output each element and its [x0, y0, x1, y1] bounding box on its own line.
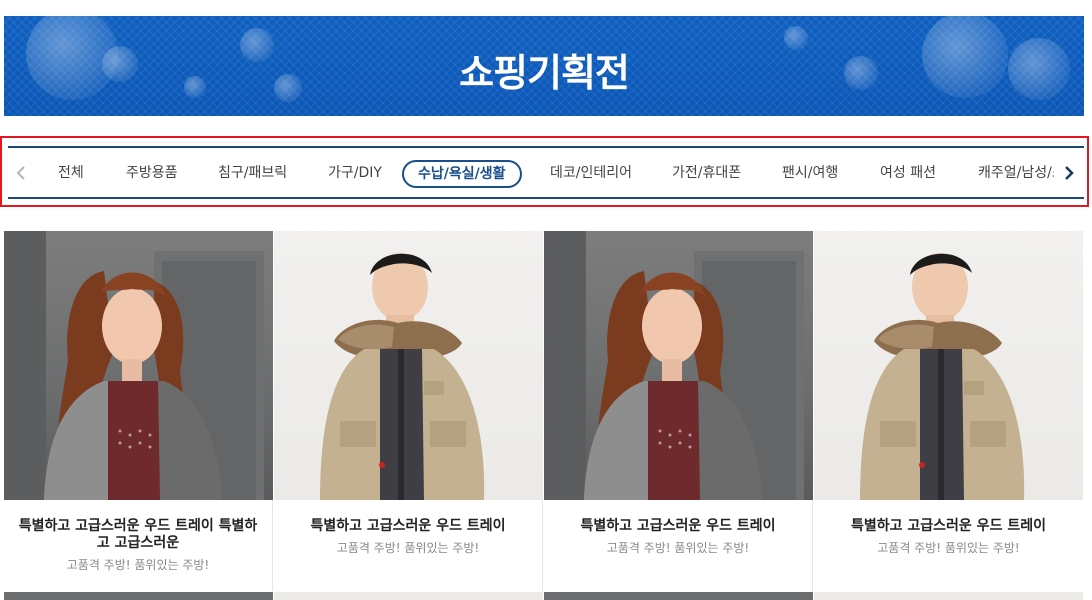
category-tab-all[interactable]: 전체 — [58, 160, 84, 186]
man-model-image — [860, 253, 1025, 500]
product-grid: 특별하고 고급스러운 우드 트레이 특별하고 고급스러운 고품격 주방! 품위있… — [4, 231, 1084, 600]
product-card-next-row — [274, 592, 543, 600]
chevron-right-icon — [1065, 166, 1074, 180]
product-subtitle: 고품격 주방! 품위있는 주방! — [336, 541, 480, 555]
product-card-next-row — [4, 592, 273, 600]
category-tab-appliances[interactable]: 가전/휴대폰 — [672, 160, 741, 186]
product-title[interactable]: 특별하고 고급스러운 우드 트레이 — [554, 518, 802, 535]
chevron-left-icon — [16, 166, 25, 180]
page: 쇼핑기획전 전체 주방용품 침구/패브릭 가구/DIY 수납/욕실/생활 데코/… — [0, 0, 1092, 600]
nav-next-button[interactable] — [1060, 160, 1078, 186]
nav-prev-button[interactable] — [12, 160, 30, 186]
product-photo[interactable] — [274, 231, 543, 500]
product-photo[interactable] — [544, 231, 813, 500]
product-subtitle: 고품격 주방! 품위있는 주방! — [606, 541, 750, 555]
category-tab-bedding[interactable]: 침구/패브릭 — [218, 160, 287, 186]
category-tab-deco[interactable]: 데코/인테리어 — [550, 160, 632, 186]
category-tab-fancy[interactable]: 팬시/여행 — [782, 160, 838, 186]
product-title[interactable]: 특별하고 고급스러운 우드 트레이 특별하고 고급스러운 — [14, 518, 262, 552]
category-tab-women[interactable]: 여성 패션 — [880, 160, 936, 186]
category-tab-casual[interactable]: 캐주얼/남성/스 — [978, 160, 1054, 186]
product-card[interactable]: 특별하고 고급스러운 우드 트레이 특별하고 고급스러운 고품격 주방! 품위있… — [4, 231, 273, 591]
product-title[interactable]: 특별하고 고급스러운 우드 트레이 — [824, 518, 1073, 535]
product-subtitle: 고품격 주방! 품위있는 주방! — [877, 541, 1020, 555]
product-photo[interactable] — [814, 231, 1083, 500]
product-card[interactable]: 특별하고 고급스러운 우드 트레이 고품격 주방! 품위있는 주방! — [814, 231, 1083, 591]
promo-banner: 쇼핑기획전 — [4, 16, 1084, 116]
product-card[interactable]: 특별하고 고급스러운 우드 트레이 고품격 주방! 품위있는 주방! — [544, 231, 813, 591]
category-list: 전체 주방용품 침구/패브릭 가구/DIY 수납/욕실/생활 데코/인테리어 가… — [32, 156, 1054, 190]
nav-divider-top — [8, 146, 1084, 148]
product-subtitle: 고품격 주방! 품위있는 주방! — [66, 558, 210, 572]
man-model-image — [320, 253, 485, 500]
product-photo[interactable] — [4, 231, 273, 500]
nav-divider-bottom — [8, 197, 1084, 199]
banner-title: 쇼핑기획전 — [459, 51, 630, 95]
product-card-next-row — [544, 592, 813, 600]
product-card[interactable]: 특별하고 고급스러운 우드 트레이 고품격 주방! 품위있는 주방! — [274, 231, 543, 591]
category-nav: 전체 주방용품 침구/패브릭 가구/DIY 수납/욕실/생활 데코/인테리어 가… — [0, 136, 1089, 207]
woman-model-image — [4, 231, 264, 500]
category-tab-kitchen[interactable]: 주방용품 — [126, 160, 178, 186]
product-card-next-row — [814, 592, 1083, 600]
category-tab-storage[interactable]: 수납/욕실/생활 — [402, 160, 522, 188]
woman-model-image — [544, 231, 804, 500]
product-title[interactable]: 특별하고 고급스러운 우드 트레이 — [284, 518, 532, 535]
category-tab-furniture[interactable]: 가구/DIY — [328, 160, 382, 186]
